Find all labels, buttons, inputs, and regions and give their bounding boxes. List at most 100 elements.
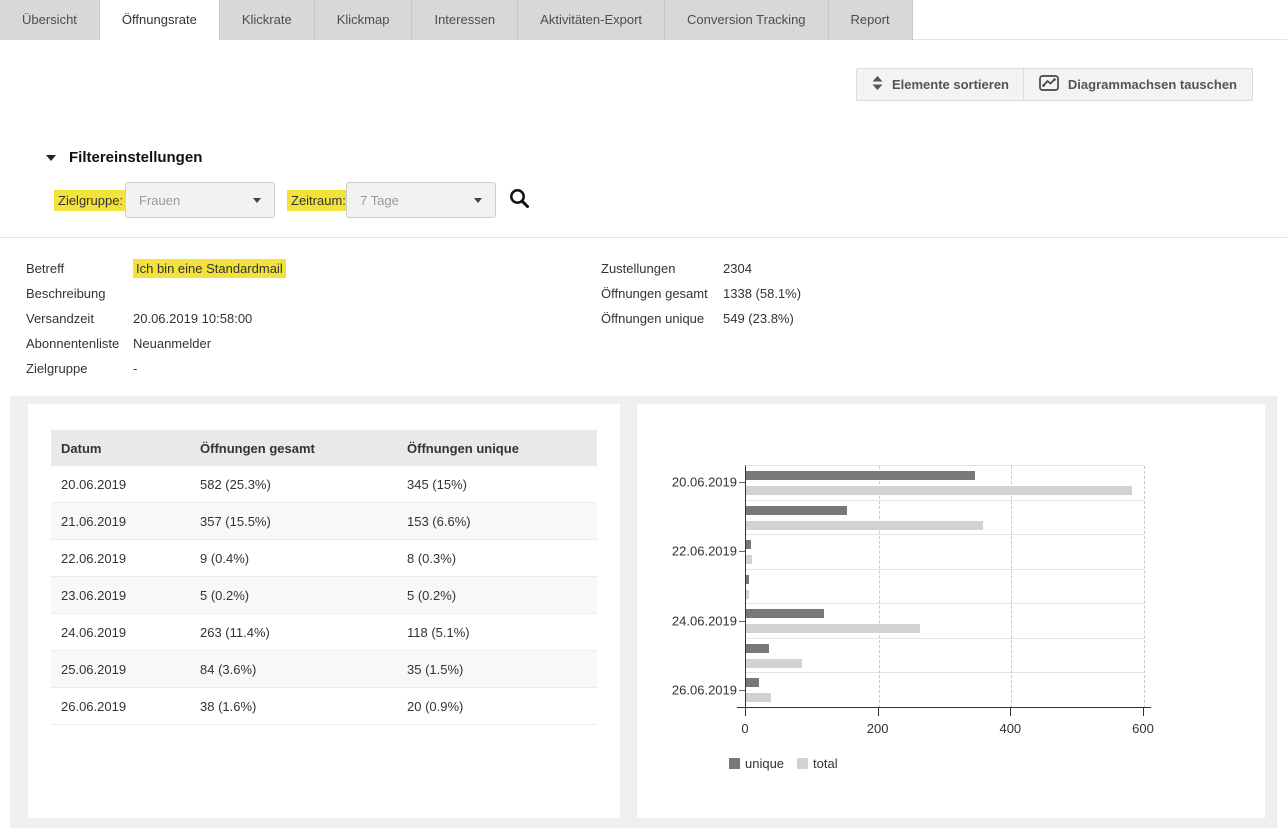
table-row: 21.06.2019357 (15.5%)153 (6.6%) [51,503,597,540]
zeitraum-select[interactable]: 7 Tage [346,182,496,218]
table-cell: 23.06.2019 [51,577,190,614]
info-value: Ich bin eine Standardmail [133,261,286,276]
table-cell: 26.06.2019 [51,688,190,725]
info-row-oeffnungen-unique: Öffnungen unique549 (23.8%) [601,306,801,331]
legend-swatch-unique [729,758,740,769]
info-value: 20.06.2019 10:58:00 [133,311,252,326]
tab-conversion-tracking[interactable]: Conversion Tracking [665,0,829,40]
chart-bar-group-24-06-2019 [746,604,1144,639]
bar-unique-25-06-2019 [746,644,769,653]
table-cell: 357 (15.5%) [190,503,397,540]
y-axis-label: 24.06.2019 [672,613,737,628]
legend-item-unique: unique [729,756,784,771]
x-axis-label: 400 [999,721,1021,736]
x-axis-tick [745,708,746,716]
table-cell: 153 (6.6%) [397,503,597,540]
sort-elements-button[interactable]: Elemente sortieren [856,68,1025,101]
info-label: Beschreibung [26,286,133,301]
zielgruppe-select[interactable]: Frauen [125,182,275,218]
gridline-600 [1144,466,1145,708]
section-divider [0,237,1287,238]
chart-bar-group-23-06-2019 [746,570,1144,605]
x-axis-label: 0 [741,721,748,736]
table-row: 24.06.2019263 (11.4%)118 (5.1%) [51,614,597,651]
table-cell: 25.06.2019 [51,651,190,688]
bar-total-24-06-2019 [746,624,920,633]
tab-klickmap[interactable]: Klickmap [315,0,413,40]
tab-bar: ÜbersichtÖffnungsrateKlickrateKlickmapIn… [0,0,1287,40]
info-label: Öffnungen unique [601,311,723,326]
bar-unique-20-06-2019 [746,471,975,480]
info-row-versandzeit: Versandzeit20.06.2019 10:58:00 [26,306,286,331]
table-cell: 35 (1.5%) [397,651,597,688]
legend-label: total [813,756,838,771]
chart-x-axis: 0200400600 [745,708,1143,748]
bar-total-23-06-2019 [746,590,749,599]
openings-chart-panel: 20.06.201922.06.201924.06.201926.06.2019… [637,404,1265,818]
zielgruppe-label: Zielgruppe: [54,190,127,211]
x-axis-tick [1010,708,1011,716]
chevron-down-icon [474,198,482,203]
info-label: Öffnungen gesamt [601,286,723,301]
info-row-oeffnungen-gesamt: Öffnungen gesamt1338 (58.1%) [601,281,801,306]
info-row-abonnentenliste: AbonnentenlisteNeuanmelder [26,331,286,356]
tab-klickrate[interactable]: Klickrate [220,0,315,40]
chart-bar-group-26-06-2019 [746,673,1144,708]
filter-settings-toggle[interactable]: Filtereinstellungen [46,149,202,166]
mailing-stats-right: Zustellungen2304Öffnungen gesamt1338 (58… [601,256,801,331]
legend-item-total: total [797,756,838,771]
tab-uebersicht[interactable]: Übersicht [0,0,100,40]
table-cell: 22.06.2019 [51,540,190,577]
table-cell: 21.06.2019 [51,503,190,540]
x-axis-tick [1143,708,1144,716]
info-row-beschreibung: Beschreibung [26,281,286,306]
table-cell: 345 (15%) [397,466,597,503]
chart-legend: unique total [729,756,838,771]
zielgruppe-selected-value: Frauen [139,193,180,208]
chart-plot [745,465,1144,708]
table-cell: 38 (1.6%) [190,688,397,725]
tab-report[interactable]: Report [829,0,913,40]
search-icon [508,198,531,213]
bar-unique-23-06-2019 [746,575,749,584]
bar-unique-26-06-2019 [746,678,759,687]
table-row: 20.06.2019582 (25.3%)345 (15%) [51,466,597,503]
openings-table: DatumÖffnungen gesamtÖffnungen unique 20… [51,430,597,725]
info-row-zielgruppe: Zielgruppe- [26,356,286,381]
y-axis-label: 26.06.2019 [672,682,737,697]
bar-total-25-06-2019 [746,659,802,668]
bar-total-21-06-2019 [746,521,983,530]
table-cell: 5 (0.2%) [397,577,597,614]
info-value: - [133,361,137,376]
zeitraum-selected-value: 7 Tage [360,193,399,208]
table-cell: 8 (0.3%) [397,540,597,577]
collapse-caret-icon [46,155,56,161]
table-cell: 24.06.2019 [51,614,190,651]
tab-interessen[interactable]: Interessen [412,0,518,40]
table-cell: 20.06.2019 [51,466,190,503]
table-header: DatumÖffnungen gesamtÖffnungen unique [51,430,597,466]
bar-total-26-06-2019 [746,693,771,702]
info-label: Versandzeit [26,311,133,326]
mailing-info-left: BetreffIch bin eine Standardmail Beschrei… [26,256,286,381]
info-row-zustellungen: Zustellungen2304 [601,256,801,281]
table-cell: 20 (0.9%) [397,688,597,725]
bar-unique-21-06-2019 [746,506,847,515]
info-value: 1338 (58.1%) [723,286,801,301]
tab-oeffnungsrate[interactable]: Öffnungsrate [100,0,220,40]
info-value: Neuanmelder [133,336,211,351]
bar-total-20-06-2019 [746,486,1132,495]
x-axis-label: 200 [867,721,889,736]
table-cell: 263 (11.4%) [190,614,397,651]
swap-chart-axes-button[interactable]: Diagrammachsen tauschen [1023,68,1253,101]
swap-chart-axes-label: Diagrammachsen tauschen [1068,77,1237,92]
table-row: 26.06.201938 (1.6%)20 (0.9%) [51,688,597,725]
table-row: 22.06.20199 (0.4%)8 (0.3%) [51,540,597,577]
column-header-oeffnungen-gesamt: Öffnungen gesamt [190,430,397,466]
tab-aktivitaeten-export[interactable]: Aktivitäten-Export [518,0,665,40]
info-label: Zustellungen [601,261,723,276]
bar-unique-22-06-2019 [746,540,751,549]
info-row-betreff: BetreffIch bin eine Standardmail [26,256,286,281]
search-button[interactable] [507,187,531,211]
filter-settings-heading: Filtereinstellungen [69,149,202,166]
